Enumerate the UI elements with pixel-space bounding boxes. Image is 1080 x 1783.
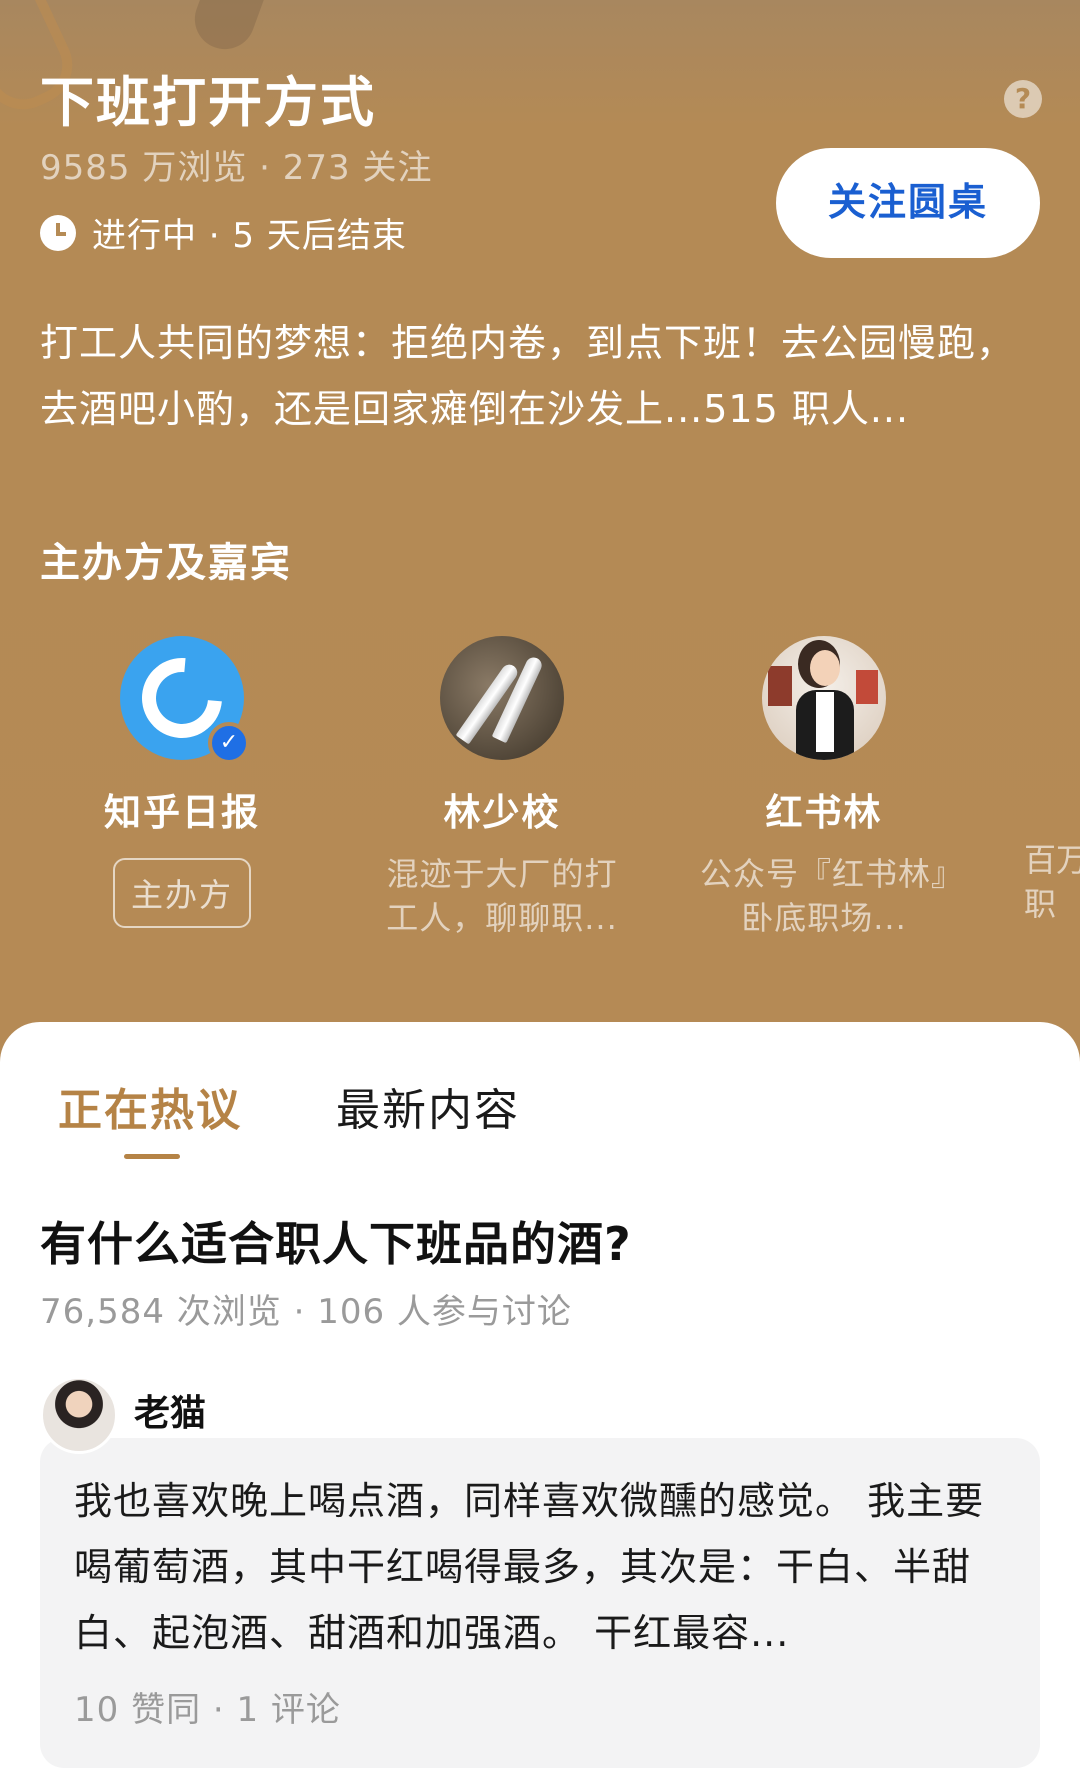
answer-excerpt: 我也喜欢晚上喝点酒，同样喜欢微醺的感觉。 我主要喝葡萄酒，其中干红喝得最多，其次…	[74, 1479, 985, 1655]
verified-icon: ✓	[208, 722, 250, 764]
tab-trending[interactable]: 正在热议	[58, 1074, 242, 1138]
help-icon[interactable]: ?	[1004, 80, 1042, 118]
zhihu-daily-avatar[interactable]: ✓	[120, 636, 250, 764]
guest-lin-shaoxiao[interactable]: 林少校 混迹于大厂的打工人，聊聊职...	[372, 636, 632, 940]
guest-name: 林少校	[443, 791, 561, 834]
topic-status: 进行中 · 5 天后结束	[40, 208, 407, 257]
guest-name: 知乎日报	[104, 791, 260, 834]
guest-name: 红书林	[765, 791, 883, 834]
tab-latest[interactable]: 最新内容	[336, 1074, 520, 1138]
content-panel: 正在热议 最新内容 有什么适合职人下班品的酒? 76,584 次浏览 · 106…	[0, 1022, 1080, 1783]
guest-zhihu-daily[interactable]: ✓ 知乎日报 主办方	[52, 636, 312, 928]
guest-bio: 混迹于大厂的打工人，聊聊职...	[386, 855, 618, 937]
author-name[interactable]: 老猫	[134, 1384, 206, 1436]
hero-decoration	[186, 0, 274, 58]
question-stats: 76,584 次浏览 · 106 人参与讨论	[40, 1292, 572, 1332]
guest-bio: 公众号『红书林』卧底职场...	[699, 855, 948, 937]
active-tab-indicator	[124, 1154, 180, 1159]
topic-description[interactable]: 打工人共同的梦想：拒绝内卷，到点下班！去公园慢跑，去酒吧小酌，还是回家瘫倒在沙发…	[40, 310, 1040, 442]
guests-section-title: 主办方及嘉宾	[40, 540, 292, 586]
avatar-head	[810, 650, 840, 686]
topic-stats: 9585 万浏览 · 273 关注	[40, 148, 433, 188]
answer-card[interactable]: 我也喜欢晚上喝点酒，同样喜欢微醺的感觉。 我主要喝葡萄酒，其中干红喝得最多，其次…	[40, 1438, 1040, 1768]
author-avatar[interactable]	[40, 1376, 118, 1454]
knives-avatar[interactable]	[440, 636, 564, 760]
question-title[interactable]: 有什么适合职人下班品的酒?	[40, 1208, 632, 1274]
status-text: 进行中 · 5 天后结束	[92, 216, 407, 256]
topic-title: 下班打开方式	[40, 71, 376, 134]
avatar-bg-shape	[856, 670, 878, 704]
clock-icon	[40, 214, 76, 251]
follow-roundtable-button[interactable]: 关注圆桌	[776, 148, 1040, 258]
answer-meta: 10 赞同 · 1 评论	[74, 1690, 341, 1730]
avatar-bg-shape	[768, 666, 792, 706]
topic-hero: 下班打开方式 ? 9585 万浏览 · 273 关注 进行中 · 5 天后结束 …	[0, 0, 1080, 1060]
businesswoman-avatar[interactable]	[762, 636, 886, 760]
guest-hong-shulin[interactable]: 红书林 公众号『红书林』卧底职场...	[694, 636, 954, 940]
guest-bio-partial[interactable]: 百万 职	[1024, 838, 1080, 926]
avatar-shirt	[816, 692, 834, 752]
host-badge: 主办方	[112, 858, 251, 928]
